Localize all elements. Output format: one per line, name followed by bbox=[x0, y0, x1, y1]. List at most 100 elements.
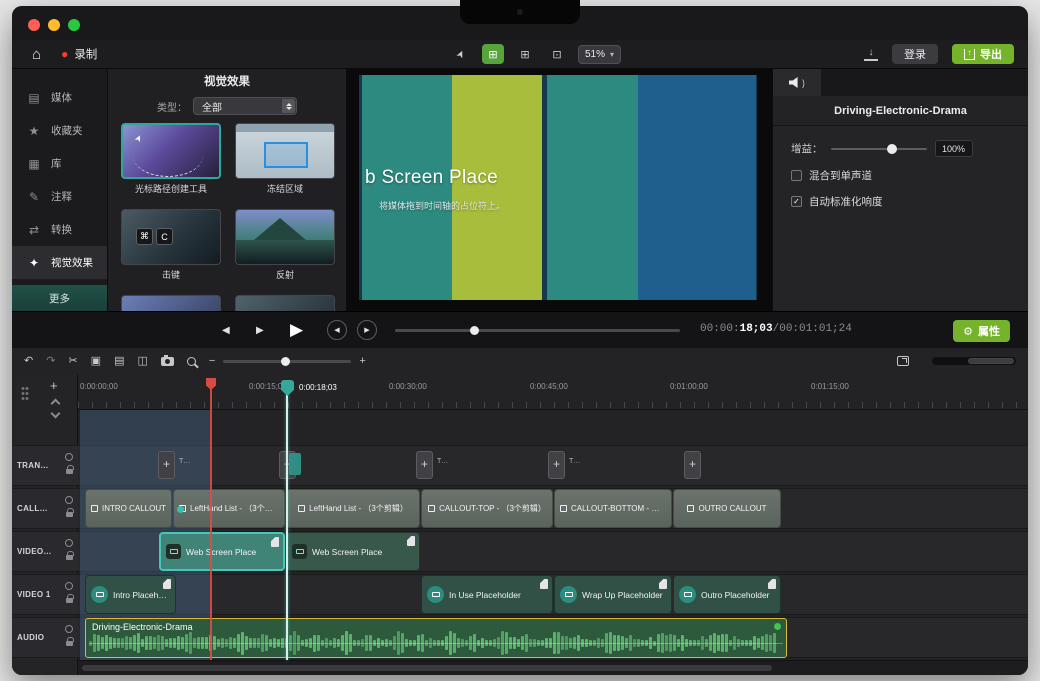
redo-button[interactable]: ↷ bbox=[46, 356, 55, 367]
sidebar-item-media[interactable]: ▤ 媒体 bbox=[12, 81, 107, 114]
placeholder-clip[interactable]: Wrap Up Placeholder bbox=[554, 575, 672, 614]
add-transition-button[interactable]: + bbox=[158, 451, 175, 479]
effect-freeze-region[interactable]: 冻结区域 bbox=[235, 123, 335, 201]
lock-icon[interactable] bbox=[66, 469, 73, 474]
callout-group-clip[interactable]: LeftHand List - （3个剪辑） bbox=[286, 489, 420, 528]
preview-canvas[interactable]: b Screen Place 将媒体拖到时间轴的占位符上。 bbox=[347, 69, 772, 311]
sidebar-item-label: 收藏夹 bbox=[51, 123, 83, 138]
track-header-transitions[interactable]: TRAN… bbox=[12, 445, 78, 486]
track-toggle-icon[interactable] bbox=[65, 582, 73, 590]
timeline-ruler[interactable] bbox=[78, 378, 1028, 410]
add-transition-button[interactable]: + bbox=[416, 451, 433, 479]
track-header-video2[interactable]: VIDEO… bbox=[12, 531, 78, 572]
callout-group-clip[interactable]: CALLOUT-BOTTOM - （3个剪辑） bbox=[554, 489, 672, 528]
effect-cursor-path[interactable]: ➤ 光标路径创建工具 bbox=[121, 123, 221, 201]
video-clip-selected[interactable]: Web Screen Place bbox=[159, 532, 285, 571]
track-toggle-icon[interactable] bbox=[65, 453, 73, 461]
snapshot-button[interactable] bbox=[161, 357, 174, 366]
gain-slider[interactable] bbox=[831, 148, 927, 150]
effect-partial-1[interactable] bbox=[121, 295, 221, 311]
fullscreen-button[interactable] bbox=[68, 19, 80, 31]
sidebar-item-transitions[interactable]: ⇄ 转换 bbox=[12, 213, 107, 246]
sidebar-item-annotations[interactable]: ✎ 注释 bbox=[12, 180, 107, 213]
effect-reflection[interactable]: 反射 bbox=[235, 209, 335, 287]
effect-name: 光标路径创建工具 bbox=[121, 182, 221, 195]
placeholder-clip[interactable]: Intro Placeholder bbox=[85, 575, 176, 614]
magnifier-icon[interactable] bbox=[187, 357, 196, 366]
audio-clip-selected[interactable]: Driving-Electronic-Drama bbox=[85, 618, 787, 658]
type-filter-select[interactable]: 全部 bbox=[193, 97, 297, 115]
sidebar-item-library[interactable]: ▦ 库 bbox=[12, 147, 107, 180]
chevron-up-icon[interactable] bbox=[51, 399, 61, 409]
split-button[interactable]: ◫ bbox=[137, 356, 147, 367]
command-key-icon: ⌘ bbox=[136, 228, 153, 245]
effect-keystrokes[interactable]: ⌘ C 击键 bbox=[121, 209, 221, 287]
lane-video1[interactable] bbox=[78, 574, 1028, 615]
track-toggle-icon[interactable] bbox=[65, 625, 73, 633]
crop-frame-button[interactable]: ⊞ bbox=[514, 44, 536, 64]
track-toggle-icon[interactable] bbox=[65, 496, 73, 504]
track-header-audio[interactable]: AUDIO bbox=[12, 617, 78, 658]
horizontal-scrollbar-thumb[interactable] bbox=[82, 665, 772, 671]
sidebar-item-favorites[interactable]: ★ 收藏夹 bbox=[12, 114, 107, 147]
placeholder-clip[interactable]: In Use Placeholder bbox=[421, 575, 553, 614]
gain-slider-handle[interactable] bbox=[887, 144, 897, 154]
callout-group-clip[interactable]: LeftHand List - （3个剪辑） bbox=[173, 489, 285, 528]
home-icon[interactable]: ⌂ bbox=[32, 46, 41, 63]
lock-icon[interactable] bbox=[66, 512, 73, 517]
auto-normalize-checkbox[interactable]: ✓ bbox=[791, 196, 802, 207]
placeholder-clip[interactable]: Outro Placeholder bbox=[673, 575, 781, 614]
cut-button[interactable]: ✂ bbox=[68, 356, 77, 367]
login-button[interactable]: 登录 bbox=[892, 44, 938, 64]
zoom-in-button[interactable]: + bbox=[359, 356, 365, 367]
timeline-scrollbar[interactable] bbox=[932, 357, 1016, 365]
export-button[interactable]: ↑ 导出 bbox=[952, 44, 1014, 64]
undo-button[interactable]: ↶ bbox=[24, 356, 33, 367]
add-transition-button[interactable]: + bbox=[548, 451, 565, 479]
callout-clip[interactable]: INTRO CALLOUT bbox=[85, 489, 172, 528]
sidebar-item-visual-effects[interactable]: ✦ 视觉效果 bbox=[12, 246, 107, 279]
previous-frame-button[interactable]: ◀ bbox=[222, 312, 230, 348]
timeline-zoom-slider[interactable] bbox=[223, 360, 351, 363]
effect-partial-2[interactable] bbox=[235, 295, 335, 311]
mix-to-mono-checkbox[interactable] bbox=[791, 170, 802, 181]
copy-button[interactable]: ▣ bbox=[91, 356, 101, 367]
seek-slider[interactable] bbox=[395, 329, 680, 332]
close-button[interactable] bbox=[28, 19, 40, 31]
video-clip[interactable]: Web Screen Place bbox=[286, 532, 420, 571]
selected-transition-clip[interactable] bbox=[289, 453, 301, 475]
zoom-out-button[interactable]: − bbox=[209, 356, 215, 367]
fit-canvas-button[interactable]: ⊡ bbox=[546, 44, 568, 64]
timeline-zoom-handle[interactable] bbox=[281, 357, 290, 366]
next-frame-button[interactable]: ▶ bbox=[256, 312, 264, 348]
jump-forward-button[interactable]: ▶ bbox=[357, 312, 377, 348]
play-button[interactable]: ▶ bbox=[290, 312, 303, 348]
track-header-video1[interactable]: VIDEO 1 bbox=[12, 574, 78, 615]
crop-tool-button-active[interactable]: ⊞ bbox=[482, 44, 504, 64]
lock-icon[interactable] bbox=[66, 598, 73, 603]
callout-clip[interactable]: OUTRO CALLOUT bbox=[673, 489, 781, 528]
pointer-tool-button[interactable]: ➤ bbox=[450, 44, 472, 64]
add-transition-button[interactable]: + bbox=[684, 451, 701, 479]
minimize-button[interactable] bbox=[48, 19, 60, 31]
tab-audio-properties[interactable]: ) bbox=[773, 69, 821, 96]
sidebar-item-more[interactable]: 更多 bbox=[12, 285, 107, 311]
chevron-down-icon[interactable] bbox=[51, 409, 61, 419]
callout-group-clip[interactable]: CALLOUT-TOP - （3个剪辑） bbox=[421, 489, 553, 528]
properties-toggle-button[interactable]: ⚙ 属性 bbox=[953, 320, 1010, 342]
gain-value[interactable]: 100% bbox=[935, 140, 973, 157]
fit-timeline-icon[interactable] bbox=[897, 356, 909, 366]
timeline-scrollbar-thumb[interactable] bbox=[968, 358, 1014, 364]
add-track-button[interactable]: + bbox=[50, 378, 58, 393]
record-button[interactable]: ● 录制 bbox=[61, 46, 97, 62]
track-toggle-icon[interactable] bbox=[65, 539, 73, 547]
paste-button[interactable]: ▤ bbox=[114, 356, 124, 367]
lock-icon[interactable] bbox=[66, 555, 73, 560]
seek-slider-handle[interactable] bbox=[470, 326, 479, 335]
lock-icon[interactable] bbox=[66, 641, 73, 646]
canvas-zoom-select[interactable]: 51% ▾ bbox=[578, 45, 621, 64]
download-icon[interactable]: ↓ bbox=[864, 48, 878, 61]
track-header-callouts[interactable]: CALL… bbox=[12, 488, 78, 529]
jump-back-button[interactable]: ◀ bbox=[327, 312, 347, 348]
drag-handle-icon[interactable] bbox=[21, 386, 29, 402]
